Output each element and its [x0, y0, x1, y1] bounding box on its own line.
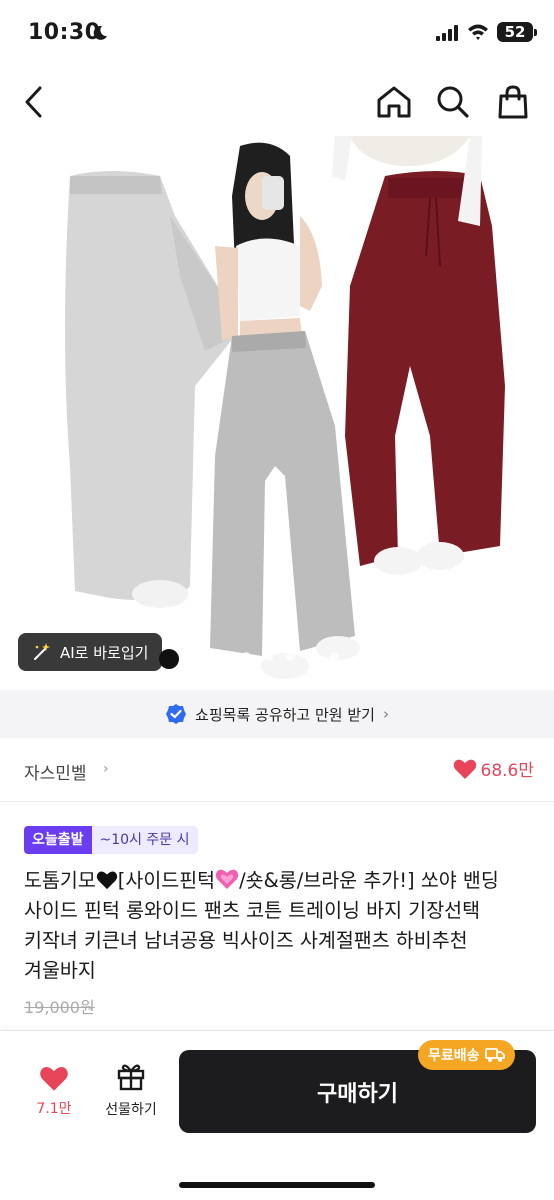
search-button[interactable] — [433, 82, 473, 122]
free-shipping-label: 무료배송 — [428, 1048, 480, 1064]
chevron-right-icon: › — [382, 705, 389, 723]
gift-label: 선물하기 — [105, 1102, 157, 1118]
cellular-signal-icon — [436, 25, 458, 41]
gift-icon — [117, 1064, 145, 1091]
magic-wand-icon — [34, 643, 50, 660]
home-icon — [377, 86, 411, 118]
product-photo — [65, 136, 505, 679]
shopping-bag-icon — [498, 85, 528, 119]
chevron-left-icon — [25, 86, 42, 118]
cart-button[interactable] — [493, 82, 533, 122]
title-part-2: [사이드핀턱 — [117, 869, 216, 892]
share-banner[interactable]: 쇼핑목록 공유하고 만원 받기 › — [0, 690, 554, 738]
heart-icon — [40, 1067, 68, 1091]
order-cutoff-badge: ~10시 주문 시 — [91, 826, 198, 854]
share-banner-text: 쇼핑목록 공유하고 만원 받기 — [195, 705, 375, 724]
brand-name-link[interactable]: 자스민벨 — [24, 759, 87, 784]
chevron-right-icon: › — [103, 761, 109, 777]
heart-icon — [453, 759, 476, 779]
pager-dot[interactable] — [308, 652, 317, 661]
home-indicator — [179, 1182, 375, 1188]
title-part-1: 도톰기모 — [24, 869, 96, 892]
product-title: 도톰기모 [사이드핀턱/숏&롱/브라운 추가!] 쏘야 밴딩 사이드 핀턱 롱와이… — [24, 866, 536, 986]
ai-try-on-button[interactable]: AI로 바로입기 — [18, 633, 163, 671]
pager-dot[interactable] — [264, 652, 273, 661]
pager-dot[interactable] — [242, 652, 251, 661]
moon-icon — [93, 25, 107, 40]
verified-badge-icon — [166, 704, 187, 724]
truck-icon — [484, 1048, 505, 1062]
wifi-icon — [468, 24, 488, 40]
today-shipping-badge: 오늘출발 — [24, 826, 92, 854]
status-bar: 10:30 52 — [0, 0, 554, 68]
search-icon — [437, 86, 469, 118]
original-price: 19,000원 — [24, 998, 95, 1017]
wishlist-count: 7.1만 — [36, 1101, 72, 1117]
status-time: 10:30 — [28, 20, 101, 45]
pager-dot[interactable] — [220, 652, 229, 661]
brand-row: 자스민벨 › 68.6만 — [0, 738, 554, 802]
ai-try-on-label: AI로 바로입기 — [60, 643, 149, 662]
product-image-carousel[interactable]: AI로 바로입기 — [0, 136, 554, 690]
battery-indicator: 52 — [497, 22, 537, 42]
bottom-action-bar: 7.1만 선물하기 구매하기 무료배송 — [0, 1030, 554, 1200]
gift-button[interactable]: 선물하기 — [96, 1061, 166, 1119]
back-button[interactable] — [14, 82, 54, 122]
brand-likes-count: 68.6만 — [480, 761, 535, 781]
black-heart-emoji-icon — [96, 871, 117, 890]
pink-heart-emoji-icon — [215, 869, 239, 889]
nav-bar — [0, 68, 554, 136]
pager-dot[interactable] — [286, 652, 295, 661]
image-pager — [220, 652, 339, 661]
pager-dot[interactable] — [330, 652, 339, 661]
home-button[interactable] — [374, 82, 414, 122]
free-shipping-badge: 무료배송 — [418, 1040, 515, 1070]
ai-indicator-dot — [159, 649, 179, 669]
delivery-badges: 오늘출발 ~10시 주문 시 — [24, 826, 198, 854]
wishlist-button[interactable]: 7.1만 — [24, 1065, 84, 1118]
brand-likes[interactable]: 68.6만 — [453, 756, 535, 781]
